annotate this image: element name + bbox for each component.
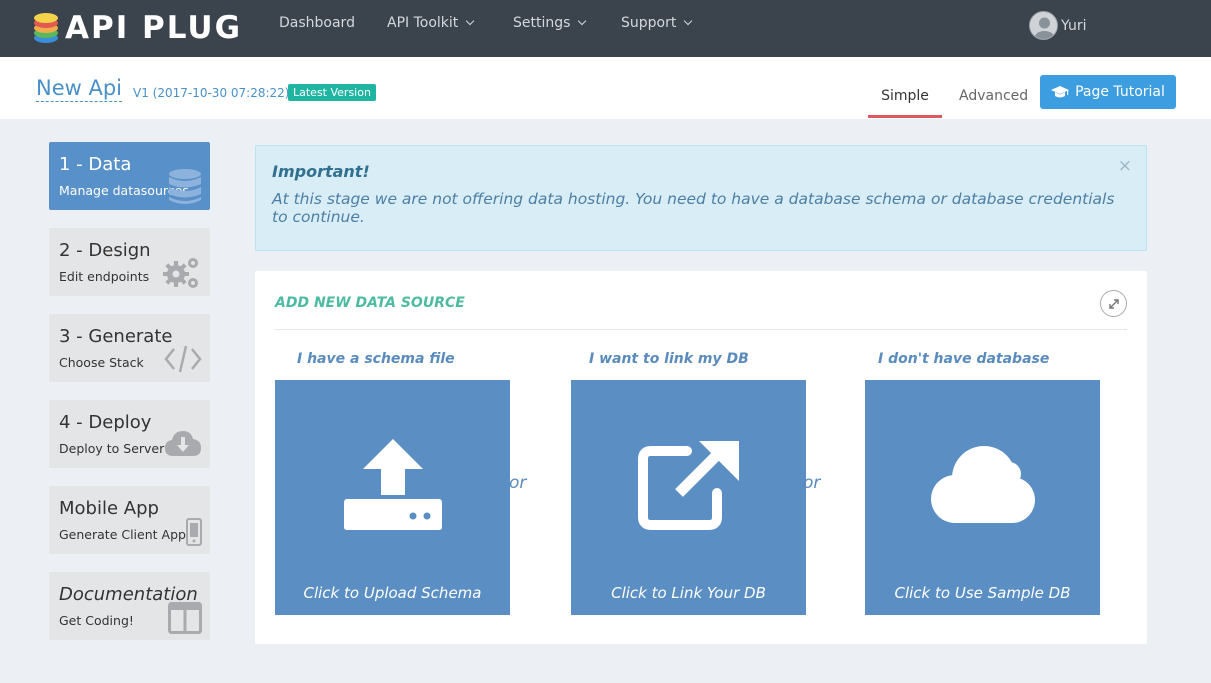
important-alert: Important! At this stage we are not offe… [255,145,1147,251]
tab-simple[interactable]: Simple [868,88,942,104]
layers-logo-icon [34,13,58,43]
link-db-tile[interactable]: Click to Link Your DB [571,380,806,615]
active-tab-indicator [868,115,942,118]
step-title: 1 - Data [59,154,132,175]
nav-settings-label: Settings [513,15,571,31]
book-icon [168,602,202,634]
or-separator: or [803,473,821,493]
external-link-icon [571,380,806,570]
user-name: Yuri [1061,17,1087,34]
link-db-caption: Click to Link Your DB [611,584,766,602]
nav-dashboard-label: Dashboard [279,15,355,31]
chevron-down-icon [684,16,693,26]
nav-support[interactable]: Support [621,0,693,46]
step-subtitle: Get Coding! [59,613,134,628]
close-icon[interactable]: × [1118,156,1132,176]
expand-icon[interactable] [1100,290,1127,317]
top-navbar: API PLUG Dashboard API Toolkit Settings … [0,0,1211,57]
api-title[interactable]: New Api [36,76,123,102]
upload-schema-tile[interactable]: Click to Upload Schema [275,380,510,615]
sample-db-caption: Click to Use Sample DB [894,584,1071,602]
step-subtitle: Deploy to Server [59,441,165,456]
brand-name: API PLUG [65,10,243,46]
nav-api-toolkit[interactable]: API Toolkit [387,0,475,46]
step-documentation[interactable]: Documentation Get Coding! [49,572,210,640]
cloud-icon [865,380,1100,570]
panel-divider [275,329,1127,330]
nav-settings[interactable]: Settings [513,0,587,46]
alert-message: At this stage we are not offering data h… [272,190,1115,226]
latest-version-badge: Latest Version [288,84,376,101]
api-header: New Api V1 (2017-10-30 07:28:22) Latest … [0,57,1211,119]
step-title: 2 - Design [59,240,151,261]
step-title: 3 - Generate [59,326,173,347]
step-title: 4 - Deploy [59,412,152,433]
database-icon [169,169,201,204]
option-label-link-db: I want to link my DB [589,351,749,367]
or-separator: or [509,473,527,493]
option-label-sample-db: I don't have database [878,351,1050,367]
option-label-schema: I have a schema file [297,351,455,367]
panel-title: ADD NEW DATA SOURCE [275,295,465,311]
cloud-download-icon [165,431,201,456]
mobile-icon [186,518,202,546]
step-mobile-app[interactable]: Mobile App Generate Client App [49,486,210,554]
graduation-cap-icon [1051,86,1070,98]
chevron-down-icon [578,16,587,26]
step-title: Mobile App [59,498,159,519]
step-deploy[interactable]: 4 - Deploy Deploy to Server [49,400,210,468]
gears-icon [163,258,198,288]
nav-api-toolkit-label: API Toolkit [387,15,459,31]
chevron-down-icon [466,16,475,26]
page-tutorial-button[interactable]: Page Tutorial [1040,75,1176,109]
upload-icon [275,380,510,570]
step-subtitle: Edit endpoints [59,269,150,284]
tab-advanced[interactable]: Advanced [959,88,1028,104]
user-avatar-icon [1029,11,1058,40]
user-menu[interactable]: Yuri [1029,11,1086,40]
code-icon [164,345,202,373]
brand-logo[interactable]: API PLUG [33,9,242,47]
alert-title: Important! [272,162,370,181]
nav-support-label: Support [621,15,677,31]
step-design[interactable]: 2 - Design Edit endpoints [49,228,210,296]
add-data-source-panel: ADD NEW DATA SOURCE I have a schema file… [255,271,1147,644]
upload-schema-caption: Click to Upload Schema [303,584,482,602]
step-data[interactable]: 1 - Data Manage datasources [49,142,210,210]
step-generate[interactable]: 3 - Generate Choose Stack [49,314,210,382]
step-subtitle: Choose Stack [59,355,144,370]
api-version: V1 (2017-10-30 07:28:22) [133,86,290,100]
page-tutorial-label: Page Tutorial [1075,84,1165,100]
step-subtitle: Generate Client App [59,527,186,542]
nav-dashboard[interactable]: Dashboard [279,0,355,46]
sample-db-tile[interactable]: Click to Use Sample DB [865,380,1100,615]
